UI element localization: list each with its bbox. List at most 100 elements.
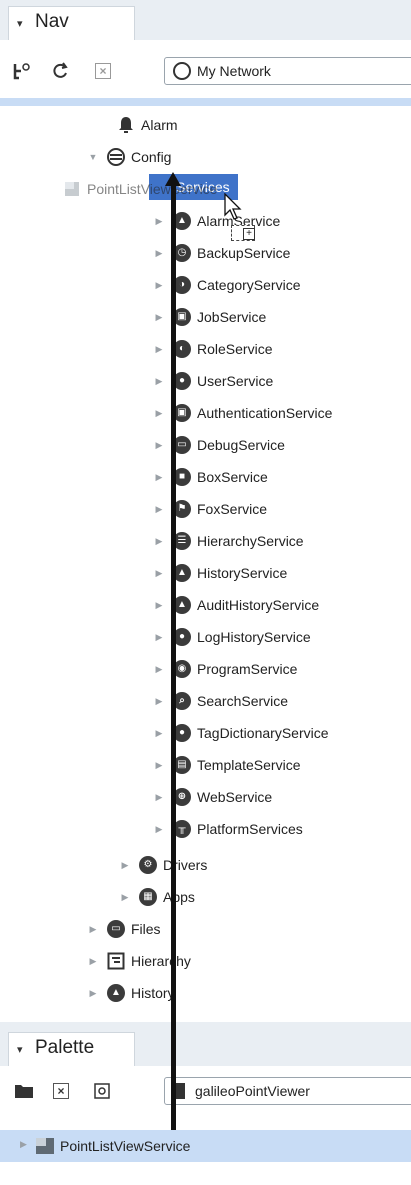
tree-label: Apps [163, 889, 195, 905]
find-icon[interactable] [92, 1081, 112, 1101]
tree-label: AuditHistoryService [197, 597, 320, 613]
palette-toolbar: × galileoPointViewer [0, 1070, 411, 1112]
tree-item-alarm[interactable]: Alarm [96, 112, 178, 138]
dragged-item-ghost: PointListViewService [62, 176, 217, 202]
files-icon: ▭ [106, 919, 126, 939]
module-field[interactable]: galileoPointViewer [164, 1077, 411, 1105]
collapsed-arrow-icon[interactable]: ▶ [152, 280, 166, 291]
collapsed-arrow-icon[interactable]: ▶ [86, 956, 100, 967]
tree-label: JobService [197, 309, 267, 325]
dragged-label: PointListViewService [87, 181, 218, 197]
tree-label: DebugService [197, 437, 285, 453]
drop-copy-indicator-icon: + [231, 225, 255, 241]
tree-label: History [131, 985, 175, 1001]
tree-item-service[interactable]: ▶ ● TagDictionaryService [152, 720, 329, 746]
collapse-caret-icon[interactable]: ▾ [17, 1043, 23, 1056]
collapsed-arrow-icon[interactable]: ▶ [152, 504, 166, 515]
tree-label: HierarchyService [197, 533, 304, 549]
palette-panel-header: ▾ Palette [0, 1026, 411, 1066]
palette-tab[interactable]: ▾ Palette [8, 1032, 135, 1066]
database-icon [106, 147, 126, 167]
tree-label: WebService [197, 789, 273, 805]
tree-label: Alarm [141, 117, 178, 133]
component-icon [62, 179, 82, 199]
tree-label: CategoryService [197, 277, 301, 293]
tree-label: PlatformServices [197, 821, 303, 837]
collapsed-arrow-icon[interactable]: ▶ [152, 312, 166, 323]
collapsed-arrow-icon[interactable]: ▶ [152, 696, 166, 707]
tree-label: HistoryService [197, 565, 288, 581]
nav-toolbar: × My Network [0, 50, 411, 92]
address-text: My Network [197, 63, 271, 79]
collapsed-arrow-icon[interactable]: ▶ [118, 860, 132, 871]
network-icon [173, 62, 191, 80]
apps-icon: ▦ [138, 887, 158, 907]
folder-icon[interactable] [14, 1081, 34, 1101]
tree-item-service[interactable]: ▶ ⚑ FoxService [152, 496, 267, 522]
tree-label: BoxService [197, 469, 268, 485]
tree-label: BackupService [197, 245, 291, 261]
tree-label: LogHistoryService [197, 629, 311, 645]
scrolled-row-highlight [0, 98, 411, 106]
module-icon [175, 1083, 185, 1099]
tree-label: TemplateService [197, 757, 301, 773]
history-icon: ▲ [106, 983, 126, 1003]
tree-label: AuthenticationService [197, 405, 333, 421]
collapsed-arrow-icon[interactable]: ▶ [152, 472, 166, 483]
tree-item-drivers[interactable]: ▶ ⚙ Drivers [118, 852, 207, 878]
tree-label: RoleService [197, 341, 273, 357]
collapsed-arrow-icon[interactable]: ▶ [152, 408, 166, 419]
tree-item-service[interactable]: ▶ ▲ AuditHistoryService [152, 592, 319, 618]
collapsed-arrow-icon[interactable]: ▶ [152, 600, 166, 611]
tree-item-service[interactable]: ▶ ■ BoxService [152, 464, 268, 490]
tree-sync-icon[interactable] [12, 61, 32, 81]
tree-item-service[interactable]: ▶ ▣ AuthenticationService [152, 400, 332, 426]
palette-item-row[interactable]: ▶ PointListViewService [0, 1130, 411, 1162]
mouse-cursor-icon [224, 193, 242, 220]
collapsed-arrow-icon[interactable]: ▶ [152, 376, 166, 387]
nav-title: Nav [35, 11, 69, 32]
bell-icon [116, 115, 136, 135]
tree-item-history[interactable]: ▶ ▲ History [86, 980, 175, 1006]
collapsed-arrow-icon[interactable]: ▶ [152, 760, 166, 771]
drivers-icon: ⚙ [138, 855, 158, 875]
collapsed-arrow-icon[interactable]: ▶ [152, 792, 166, 803]
tree-label: TagDictionaryService [197, 725, 329, 741]
collapsed-arrow-icon[interactable]: ▶ [152, 728, 166, 739]
collapsed-arrow-icon[interactable]: ▶ [152, 248, 166, 259]
tree-item-files[interactable]: ▶ ▭ Files [86, 916, 161, 942]
tree-label: ProgramService [197, 661, 298, 677]
tree-label: FoxService [197, 501, 268, 517]
tree-item-service[interactable]: ▶ ▣ JobService [152, 304, 266, 330]
collapsed-arrow-icon[interactable]: ▶ [86, 924, 100, 935]
component-icon [35, 1137, 55, 1160]
collapsed-arrow-icon[interactable]: ▶ [152, 664, 166, 675]
collapsed-arrow-icon[interactable]: ▶ [152, 536, 166, 547]
expanded-arrow-icon[interactable]: ▼ [86, 152, 100, 162]
tree-item-apps[interactable]: ▶ ▦ Apps [118, 884, 195, 910]
collapse-caret-icon[interactable]: ▾ [17, 17, 23, 30]
refresh-icon[interactable] [50, 61, 70, 81]
collapsed-arrow-icon[interactable]: ▶ [152, 824, 166, 835]
palette-title: Palette [35, 1037, 95, 1058]
nav-tab[interactable]: ▾ Nav [8, 6, 135, 40]
tree-label: Hierarchy [131, 953, 191, 969]
collapsed-arrow-icon[interactable]: ▶ [118, 892, 132, 903]
tree-label: Drivers [163, 857, 208, 873]
address-field[interactable]: My Network [164, 57, 411, 85]
close-icon[interactable]: × [95, 63, 111, 79]
palette-item-label: PointListViewService [60, 1138, 191, 1154]
collapsed-arrow-icon[interactable]: ▶ [152, 216, 166, 227]
tree-label: Files [131, 921, 161, 937]
tree-item-config[interactable]: ▼ Config [86, 144, 171, 170]
collapsed-arrow-icon[interactable]: ▶ [152, 440, 166, 451]
drag-arrow-head [165, 172, 181, 186]
hierarchy-icon [106, 951, 126, 971]
collapsed-arrow-icon[interactable]: ▶ [152, 344, 166, 355]
close-icon[interactable]: × [53, 1083, 69, 1099]
collapsed-arrow-icon[interactable]: ▶ [152, 632, 166, 643]
collapsed-arrow-icon[interactable]: ▶ [86, 988, 100, 999]
drag-path-line [171, 178, 176, 1130]
collapsed-arrow-icon[interactable]: ▶ [20, 1139, 27, 1150]
collapsed-arrow-icon[interactable]: ▶ [152, 568, 166, 579]
